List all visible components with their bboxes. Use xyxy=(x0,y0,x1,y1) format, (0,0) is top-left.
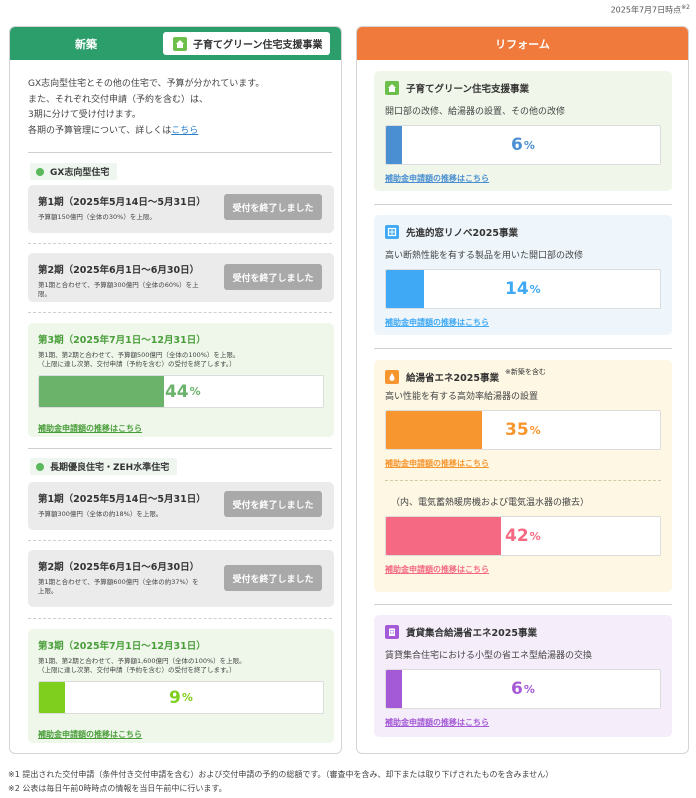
gx-period-2: 第2期（2025年6月1日～6月30日） 第1期と合わせて、予算額300億円（全… xyxy=(28,253,334,302)
zeh-section-label: 長期優良住宅・ZEH水準住宅 xyxy=(30,458,178,475)
kyuto-trend-link[interactable]: 補助金申請額の推移はこちら xyxy=(385,458,489,469)
mado-progress-bar: 14% xyxy=(385,269,661,309)
gx-progress-value: 44% xyxy=(164,381,201,402)
reform-panel: リフォーム 子育てグリーン住宅支援事業 開口部の改修、給湯器の設置、その他の改修… xyxy=(356,26,689,754)
kyuto-sub-trend-link[interactable]: 補助金申請額の推移はこちら xyxy=(385,564,489,575)
mado-progress-value: 14% xyxy=(505,279,541,299)
card-title: 給湯省エネ2025事業 ※新築を含む xyxy=(385,368,661,384)
card-title: 子育てグリーン住宅支援事業 xyxy=(385,81,661,95)
closed-button[interactable]: 受付を終了しました xyxy=(224,194,322,220)
footnote: ※1 提出された交付申請（条件付き交付申請を含む）および交付申請の予約の総額です… xyxy=(8,770,554,779)
zeh-period-3: 第3期（2025年7月1日～12月31日） 第1期、第2期と合わせて、予算額1,… xyxy=(28,629,334,743)
reform-header: リフォーム xyxy=(357,27,688,60)
card-kyuto: 給湯省エネ2025事業 ※新築を含む 高い性能を有する高効率給湯器の設置 35% … xyxy=(374,360,672,592)
card-title: 賃貸集合給湯省エネ2025事業 xyxy=(385,625,661,639)
program-tag: 子育てグリーン住宅支援事業 xyxy=(163,32,330,55)
kyuto-sub-progress-bar: 42% xyxy=(385,516,661,556)
water-heater-icon xyxy=(385,370,399,384)
zeh-progress-fill xyxy=(39,682,65,713)
divider xyxy=(385,480,661,481)
divider xyxy=(28,152,332,153)
kyuto-progress-fill xyxy=(386,411,482,449)
kosodate-progress-bar: 6% xyxy=(385,125,661,165)
period-note: 第1期、第2期と合わせて、予算額500億円（全体の100%）を上限。 （上限に達し… xyxy=(38,351,240,368)
gx-progress-bar: 44% xyxy=(38,375,324,408)
footnotes: ※1 提出された交付申請（条件付き交付申請を含む）および交付申請の予約の総額です… xyxy=(8,768,553,795)
intro-text: GX志向型住宅とその他の住宅で、予算が分かれています。 また、それぞれ交付申請（… xyxy=(28,77,328,139)
divider xyxy=(28,540,332,541)
card-title: 先進的窓リノベ2025事業 xyxy=(385,225,661,239)
card-note: ※新築を含む xyxy=(504,368,546,376)
closed-button[interactable]: 受付を終了しました xyxy=(224,565,322,591)
kosodate-progress-fill xyxy=(386,126,403,164)
divider xyxy=(28,618,332,619)
closed-button[interactable]: 受付を終了しました xyxy=(224,264,322,290)
card-desc: 賃貸集合住宅における小型の省エネ型給湯器の交換 xyxy=(385,651,593,661)
divider xyxy=(28,243,332,244)
zeh-progress-value: 9% xyxy=(169,687,193,708)
kyuto-progress-bar: 35% xyxy=(385,410,661,450)
divider xyxy=(28,312,332,313)
intro-line: また、それぞれ交付申請（予約を含む）は、 xyxy=(28,94,209,105)
card-sub-desc: （内、電気蓄熱暖房機および電気温水器の撤去） xyxy=(391,498,590,508)
apartment-icon xyxy=(385,625,399,639)
chintai-progress-value: 6% xyxy=(511,679,535,699)
divider xyxy=(374,348,672,349)
kyuto-sub-progress-fill xyxy=(386,517,502,555)
gx-section-label: GX志向型住宅 xyxy=(30,163,118,180)
period-note: 第1期と合わせて、予算額300億円（全体の60%）を上限。 xyxy=(38,281,199,298)
closed-button[interactable]: 受付を終了しました xyxy=(224,491,322,517)
new-build-panel: 新築 子育てグリーン住宅支援事業 GX志向型住宅とその他の住宅で、予算が分かれて… xyxy=(9,26,342,754)
kosodate-progress-value: 6% xyxy=(511,135,535,155)
intro-line: GX志向型住宅とその他の住宅で、予算が分かれています。 xyxy=(28,79,265,89)
divider xyxy=(374,204,672,205)
gx-period-3: 第3期（2025年7月1日～12月31日） 第1期、第2期と合わせて、予算額50… xyxy=(28,323,334,437)
card-desc: 高い断熱性能を有する製品を用いた開口部の改修 xyxy=(385,251,584,261)
period-note: 第1期、第2期と合わせて、予算額1,600億円（全体の100%）を上限。 （上限に… xyxy=(38,657,246,674)
bullet-icon xyxy=(36,462,44,471)
kyuto-progress-value: 35% xyxy=(505,420,541,440)
house-icon xyxy=(173,36,187,51)
chintai-trend-link[interactable]: 補助金申請額の推移はこちら xyxy=(385,717,489,728)
intro-line: 各期の予算管理について、詳しくはこちら xyxy=(28,125,199,136)
as-of-date: 2025年7月7日時点※2 xyxy=(610,4,690,15)
chintai-progress-fill xyxy=(386,670,403,708)
zeh-period-1: 第1期（2025年5月14日～5月31日） 予算額300億円（全体の約18%）を… xyxy=(28,482,334,530)
details-link[interactable]: こちら xyxy=(171,126,198,136)
gx-progress-fill xyxy=(39,376,164,407)
zeh-trend-link[interactable]: 補助金申請額の推移はこちら xyxy=(38,730,142,739)
kosodate-trend-link[interactable]: 補助金申請額の推移はこちら xyxy=(385,173,489,184)
period-note: 予算額150億円（全体の30%）を上限。 xyxy=(38,213,156,221)
house-icon xyxy=(385,81,399,95)
card-desc: 開口部の改修、給湯器の設置、その他の改修 xyxy=(385,107,566,117)
card-desc: 高い性能を有する高効率給湯器の設置 xyxy=(385,392,539,402)
mado-progress-fill xyxy=(386,270,425,308)
period-title: 第3期（2025年7月1日～12月31日） xyxy=(38,641,206,652)
gx-period-1: 第1期（2025年5月14日～5月31日） 予算額150億円（全体の30%）を上… xyxy=(28,185,334,233)
zeh-progress-bar: 9% xyxy=(38,681,324,714)
period-title: 第3期（2025年7月1日～12月31日） xyxy=(38,335,206,346)
program-tag-label: 子育てグリーン住宅支援事業 xyxy=(193,40,323,51)
kyuto-sub-progress-value: 42% xyxy=(505,526,541,546)
gx-trend-link[interactable]: 補助金申請額の推移はこちら xyxy=(38,424,142,433)
card-chintai: 賃貸集合給湯省エネ2025事業 賃貸集合住宅における小型の省エネ型給湯器の交換 … xyxy=(374,615,672,737)
intro-line: 3期に分けて受け付けます。 xyxy=(28,110,141,120)
mado-trend-link[interactable]: 補助金申請額の推移はこちら xyxy=(385,317,489,328)
new-build-header: 新築 子育てグリーン住宅支援事業 xyxy=(10,27,341,60)
divider xyxy=(374,604,672,605)
reform-title: リフォーム xyxy=(495,37,550,51)
bullet-icon xyxy=(36,167,44,176)
window-icon xyxy=(385,225,399,239)
card-mado: 先進的窓リノベ2025事業 高い断熱性能を有する製品を用いた開口部の改修 14%… xyxy=(374,215,672,335)
zeh-period-2: 第2期（2025年6月1日～6月30日） 第1期と合わせて、予算額600億円（全… xyxy=(28,550,334,607)
card-kosodate: 子育てグリーン住宅支援事業 開口部の改修、給湯器の設置、その他の改修 6% 補助… xyxy=(374,71,672,191)
chintai-progress-bar: 6% xyxy=(385,669,661,709)
period-note: 第1期と合わせて、予算額600億円（全体の約37%）を上限。 xyxy=(38,578,199,595)
new-build-title: 新築 xyxy=(75,37,97,51)
divider xyxy=(28,448,332,449)
footnote: ※2 公表は毎日午前0時時点の情報を当日午前中に行います。 xyxy=(8,783,227,793)
period-note: 予算額300億円（全体の約18%）を上限。 xyxy=(38,510,163,518)
